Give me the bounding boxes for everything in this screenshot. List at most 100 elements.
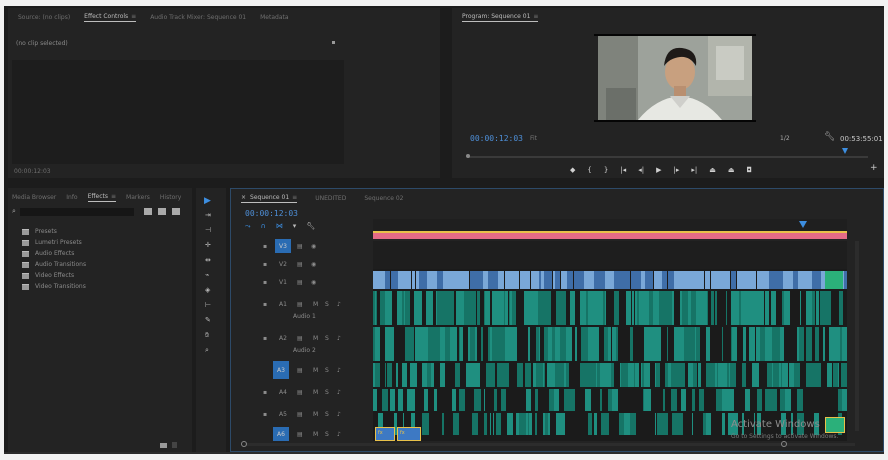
lock-icon[interactable]: ▪ xyxy=(263,301,267,308)
out-point-icon[interactable]: } xyxy=(604,166,608,174)
list-item[interactable]: Video Effects xyxy=(22,272,86,283)
mic-icon[interactable]: ♪ xyxy=(337,301,341,308)
audio-clip[interactable] xyxy=(722,413,725,435)
video-clip[interactable] xyxy=(544,271,552,289)
audio-clip[interactable] xyxy=(707,291,708,325)
audio-clip[interactable] xyxy=(745,389,750,411)
audio-clip[interactable] xyxy=(711,291,714,325)
audio-clip[interactable] xyxy=(405,363,407,387)
slip-tool[interactable]: ◈ xyxy=(205,286,210,294)
video-clip[interactable] xyxy=(645,271,653,289)
audio-clip[interactable] xyxy=(490,363,495,387)
audio-clip[interactable] xyxy=(830,291,831,325)
close-icon[interactable]: × xyxy=(241,194,246,201)
audio-clip[interactable] xyxy=(757,363,759,387)
audio-clip[interactable] xyxy=(475,327,477,361)
audio-clip[interactable] xyxy=(698,363,701,387)
video-clip[interactable] xyxy=(731,271,736,289)
work-area-bar[interactable] xyxy=(373,233,847,239)
mute-button[interactable]: M xyxy=(313,411,318,418)
adjustment-clip[interactable] xyxy=(825,271,843,289)
audio-clip[interactable] xyxy=(529,413,532,435)
audio-clip[interactable] xyxy=(472,291,476,325)
list-item[interactable]: Lumetri Presets xyxy=(22,239,86,250)
video-clip[interactable] xyxy=(587,271,594,289)
eye-icon[interactable]: ◉ xyxy=(311,243,316,250)
audio-clip[interactable] xyxy=(743,327,746,361)
scrub-start-dot[interactable] xyxy=(466,154,470,158)
audio-clip[interactable] xyxy=(424,413,429,435)
audio-clip[interactable] xyxy=(539,327,540,361)
audio-clip[interactable] xyxy=(759,291,764,325)
audio-clip[interactable] xyxy=(632,291,634,325)
audio-clip[interactable] xyxy=(398,389,403,411)
audio-clip[interactable] xyxy=(408,327,414,361)
rolling-edit-tool[interactable]: ✛ xyxy=(205,241,211,249)
video-clip[interactable] xyxy=(419,271,427,289)
sync-lock-icon[interactable]: ▤ xyxy=(297,243,303,250)
audio-clip[interactable] xyxy=(485,413,487,435)
audio-clip[interactable] xyxy=(567,363,569,387)
sync-lock-icon[interactable]: ▤ xyxy=(297,411,303,418)
linked-selection-icon[interactable]: ⋈ xyxy=(276,222,283,231)
audio-clip[interactable] xyxy=(611,363,614,387)
video-clip[interactable] xyxy=(662,271,667,289)
accelerated-effects-icon[interactable] xyxy=(144,208,152,215)
audio-clip[interactable] xyxy=(554,389,559,411)
audio-clip[interactable] xyxy=(544,363,545,387)
audio-clip[interactable] xyxy=(648,389,651,411)
video-clip[interactable] xyxy=(520,271,530,289)
mute-button[interactable]: M xyxy=(313,367,318,374)
eye-icon[interactable]: ◉ xyxy=(311,261,316,268)
sync-lock-icon[interactable]: ▤ xyxy=(297,261,303,268)
audio-clip[interactable] xyxy=(526,389,531,411)
tab-source[interactable]: Source: (no clips) xyxy=(18,14,70,21)
timeline-timecode[interactable]: 00:00:12:03 xyxy=(245,209,298,218)
audio-clip[interactable] xyxy=(658,327,661,361)
audio-clip[interactable] xyxy=(706,413,711,435)
in-point-icon[interactable]: { xyxy=(587,166,591,174)
video-clip[interactable] xyxy=(698,271,704,289)
solo-button[interactable]: S xyxy=(325,431,329,438)
track-select-tool[interactable]: ⇥ xyxy=(205,211,211,219)
add-button[interactable]: + xyxy=(870,163,878,173)
video-clip[interactable] xyxy=(443,271,451,289)
mic-icon[interactable]: ♪ xyxy=(337,411,341,418)
audio-clip[interactable] xyxy=(630,413,636,435)
video-clip[interactable] xyxy=(409,271,411,289)
scroll-handle[interactable] xyxy=(781,441,787,447)
sync-lock-icon[interactable]: ▤ xyxy=(297,431,303,438)
extract-icon[interactable]: ⏏ xyxy=(728,166,735,174)
audio-clip[interactable] xyxy=(838,363,839,387)
mute-button[interactable]: M xyxy=(313,335,318,342)
video-clip[interactable] xyxy=(720,271,730,289)
audio-clip[interactable] xyxy=(481,327,483,361)
audio-clip[interactable] xyxy=(419,291,422,325)
video-clip[interactable] xyxy=(802,271,812,289)
audio-clip[interactable] xyxy=(390,327,394,361)
selection-tool[interactable]: ▶ xyxy=(204,196,211,206)
sync-lock-icon[interactable]: ▤ xyxy=(297,279,303,286)
audio-clip[interactable] xyxy=(376,291,377,325)
audio-clip[interactable] xyxy=(655,413,656,435)
audio-clip[interactable] xyxy=(389,291,392,325)
mute-button[interactable]: M xyxy=(313,301,318,308)
video-clip[interactable] xyxy=(759,271,769,289)
tab-history[interactable]: History xyxy=(160,194,181,201)
audio-clip[interactable] xyxy=(535,389,538,411)
ripple-edit-tool[interactable]: ⊣ xyxy=(205,226,211,234)
audio-clip[interactable] xyxy=(588,413,592,435)
video-clip[interactable] xyxy=(769,271,777,289)
audio-clip[interactable] xyxy=(440,363,445,387)
sync-lock-icon[interactable]: ▤ xyxy=(297,367,303,374)
audio-clip[interactable] xyxy=(431,363,434,387)
menu-icon[interactable]: ≡ xyxy=(111,193,116,200)
audio-clip[interactable] xyxy=(387,363,392,387)
audio-clip[interactable] xyxy=(726,291,727,325)
tab-effects[interactable]: Effects ≡ xyxy=(87,193,117,202)
audio-clip[interactable] xyxy=(715,291,717,325)
audio-clip[interactable] xyxy=(442,413,444,435)
audio-clip[interactable] xyxy=(382,389,388,411)
tab-sequence-01[interactable]: × Sequence 01 ≡ xyxy=(241,194,298,203)
audio-clip[interactable] xyxy=(594,413,597,435)
